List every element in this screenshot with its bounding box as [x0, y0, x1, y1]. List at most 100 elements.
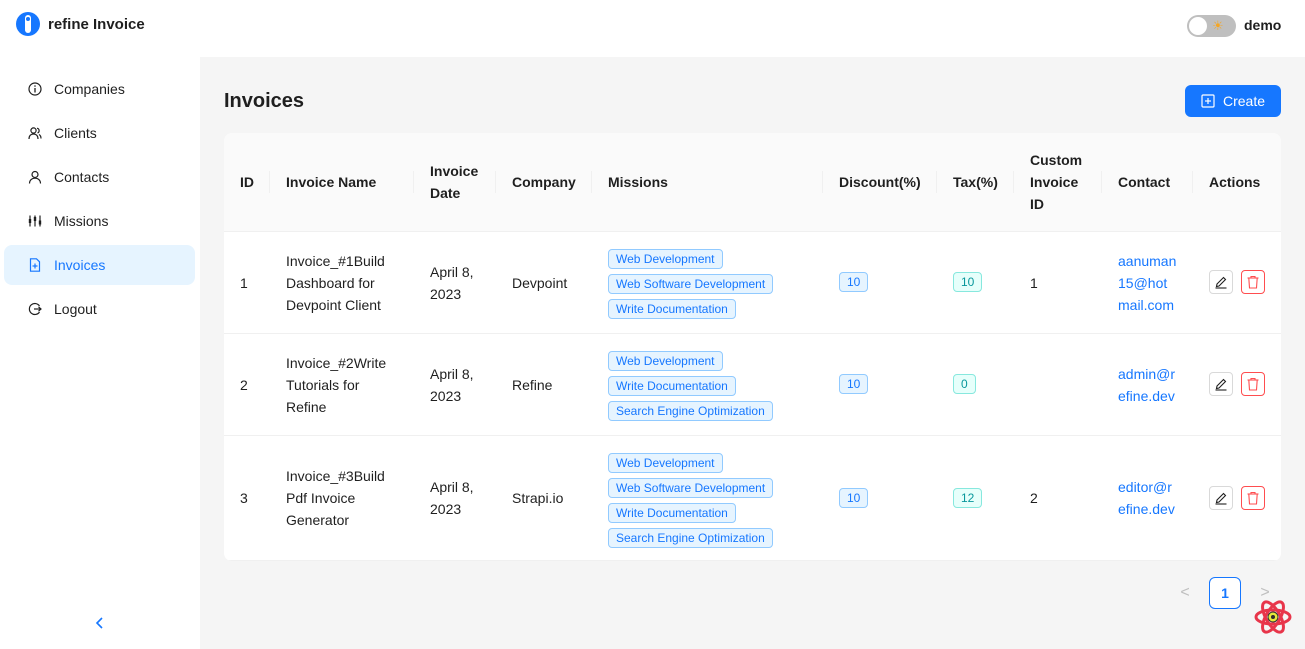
column-divider — [822, 171, 823, 193]
table-row: 3 Invoice_#3Build Pdf Invoice Generator … — [224, 436, 1281, 561]
app-logo[interactable]: refine Invoice — [16, 12, 145, 36]
sidebar-item-contacts[interactable]: Contacts — [4, 157, 195, 197]
sidebar-item-logout[interactable]: Logout — [4, 289, 195, 329]
header-line: Custom — [1030, 152, 1083, 168]
cell-company: Devpoint — [512, 275, 568, 291]
app-header: refine Invoice ☀ demo — [0, 0, 1305, 57]
delete-button[interactable] — [1241, 372, 1265, 396]
column-header-missions[interactable]: Missions — [608, 171, 668, 193]
header-line: Invoice — [430, 163, 479, 179]
column-header-company[interactable]: Company — [512, 171, 576, 193]
cell-invoice-date: April 8, 2023 — [430, 476, 474, 520]
sliders-icon — [28, 214, 42, 228]
delete-button[interactable] — [1241, 270, 1265, 294]
header-line: Date — [430, 185, 461, 201]
sidebar: Companies Clients Contacts Missions Invo… — [0, 57, 200, 649]
edit-button[interactable] — [1209, 372, 1233, 396]
team-icon — [28, 126, 42, 140]
contact-link[interactable]: aanuman 15@hot mail.com — [1118, 250, 1176, 316]
sidebar-item-label: Missions — [54, 213, 109, 229]
cell-id: 1 — [240, 275, 248, 291]
cell-id: 2 — [240, 377, 248, 393]
contact-link[interactable]: editor@r efine.dev — [1118, 476, 1175, 520]
tax-badge: 12 — [953, 488, 983, 508]
mission-tag: Web Development — [608, 249, 723, 269]
pagination-page-1[interactable]: 1 — [1209, 577, 1241, 609]
create-button[interactable]: Create — [1185, 85, 1281, 117]
edit-button[interactable] — [1209, 486, 1233, 510]
sidebar-item-companies[interactable]: Companies — [4, 69, 195, 109]
edit-button[interactable] — [1209, 270, 1233, 294]
cell-invoice-name: Invoice_#3Build Pdf Invoice Generator — [286, 465, 385, 531]
delete-button[interactable] — [1241, 486, 1265, 510]
cell-company: Strapi.io — [512, 490, 564, 506]
refine-logo-icon — [16, 12, 40, 36]
text-line: Pdf Invoice — [286, 490, 356, 506]
column-divider — [591, 171, 592, 193]
column-header-custom-invoice-id[interactable]: Custom Invoice ID — [1030, 149, 1082, 215]
text-line: April 8, — [430, 366, 474, 382]
delete-icon — [1247, 377, 1259, 391]
contact-link[interactable]: admin@r efine.dev — [1118, 363, 1175, 407]
table-row: 1 Invoice_#1Build Dashboard for Devpoint… — [224, 232, 1281, 334]
mission-tag: Search Engine Optimization — [608, 401, 773, 421]
cell-invoice-name: Invoice_#2Write Tutorials for Refine — [286, 352, 386, 418]
chevron-left-icon — [95, 617, 103, 629]
text-line: Invoice_#2Write — [286, 355, 387, 371]
sidebar-item-missions[interactable]: Missions — [4, 201, 195, 241]
sidebar-item-clients[interactable]: Clients — [4, 113, 195, 153]
column-divider — [1013, 171, 1014, 193]
delete-icon — [1247, 491, 1259, 505]
text-line: Dashboard for — [286, 275, 375, 291]
text-line: Generator — [286, 512, 350, 528]
edit-icon — [1215, 276, 1227, 289]
column-header-discount[interactable]: Discount(%) — [839, 171, 921, 193]
text-line: Invoice_#1Build — [286, 253, 385, 269]
theme-toggle[interactable]: ☀ — [1187, 15, 1236, 37]
text-line: 15@hot — [1118, 275, 1168, 291]
mission-tag: Write Documentation — [608, 503, 736, 523]
cell-custom-invoice-id: 2 — [1030, 490, 1038, 506]
delete-icon — [1247, 275, 1259, 289]
pagination-prev[interactable]: < — [1173, 581, 1197, 605]
user-name: demo — [1244, 17, 1282, 33]
sidebar-item-label: Companies — [54, 81, 125, 97]
devtools-react-icon[interactable] — [1253, 597, 1293, 637]
column-divider — [1101, 171, 1102, 193]
sidebar-collapse-button[interactable] — [92, 615, 108, 631]
column-divider — [269, 171, 270, 193]
header-line: Invoice — [1030, 174, 1079, 190]
mission-tag: Write Documentation — [608, 299, 736, 319]
app-title: refine Invoice — [48, 15, 145, 33]
sidebar-item-label: Invoices — [54, 257, 106, 273]
column-header-contact[interactable]: Contact — [1118, 171, 1170, 193]
column-header-tax[interactable]: Tax(%) — [953, 171, 998, 193]
text-line: Invoice_#3Build — [286, 468, 385, 484]
sidebar-item-label: Contacts — [54, 169, 110, 185]
cell-invoice-name: Invoice_#1Build Dashboard for Devpoint C… — [286, 250, 385, 316]
sidebar-item-label: Clients — [54, 125, 97, 141]
user-icon — [28, 170, 42, 184]
mission-tag: Web Development — [608, 453, 723, 473]
tax-badge: 0 — [953, 374, 976, 394]
text-line: 2023 — [430, 286, 462, 302]
text-line: Tutorials for — [286, 377, 360, 393]
mission-tag: Web Software Development — [608, 274, 774, 294]
text-line: efine.dev — [1118, 501, 1175, 517]
text-line: 2023 — [430, 501, 462, 517]
mission-tag: Write Documentation — [608, 376, 736, 396]
cell-missions: Web Development Write Documentation Sear… — [608, 351, 773, 426]
mission-tag: Search Engine Optimization — [608, 528, 773, 548]
column-header-invoice-name[interactable]: Invoice Name — [286, 171, 376, 193]
text-line: editor@r — [1118, 479, 1172, 495]
page-title: Invoices — [224, 90, 305, 112]
column-header-id[interactable]: ID — [240, 171, 254, 193]
column-divider — [936, 171, 937, 193]
column-header-actions: Actions — [1209, 174, 1261, 190]
sidebar-item-invoices[interactable]: Invoices — [4, 245, 195, 285]
column-header-invoice-date[interactable]: Invoice Date — [430, 160, 478, 204]
text-line: aanuman — [1118, 253, 1177, 269]
text-line: efine.dev — [1118, 388, 1175, 404]
table-row: 2 Invoice_#2Write Tutorials for Refine A… — [224, 334, 1281, 436]
header-line: ID — [1030, 196, 1044, 212]
